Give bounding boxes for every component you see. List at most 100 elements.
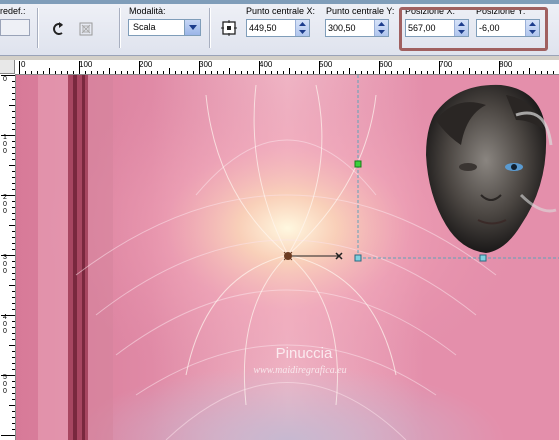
reset-button[interactable] <box>46 17 70 41</box>
ruler-tick <box>361 71 362 74</box>
scale-icon <box>79 22 93 36</box>
arrow-up-icon[interactable] <box>299 22 306 26</box>
ruler-tick <box>133 71 134 74</box>
toolbar-separator <box>37 8 39 48</box>
ruler-tick <box>97 71 98 74</box>
ruler-tick <box>9 225 15 226</box>
ruler-tick <box>43 71 44 74</box>
ruler-tick <box>12 129 15 130</box>
deform-handle-corner[interactable] <box>354 254 362 262</box>
ruler-tick <box>289 68 290 74</box>
deform-handle-left[interactable] <box>354 160 362 168</box>
center-toggle-button[interactable] <box>217 16 241 40</box>
ruler-tick <box>325 71 326 74</box>
ruler-tick <box>493 71 494 74</box>
toolbar-separator <box>119 8 121 48</box>
ruler-tick <box>9 345 15 346</box>
ruler-tick <box>12 123 15 124</box>
ruler-tick <box>12 147 15 148</box>
ruler-tick <box>12 237 15 238</box>
center-x-label: Punto centrale X: <box>246 6 316 16</box>
watermark-name: Pinuccia <box>276 345 333 362</box>
ruler-tick <box>12 273 15 274</box>
preset-dropdown[interactable] <box>0 19 30 36</box>
ruler-tick <box>163 71 164 74</box>
ruler-tick <box>12 429 15 430</box>
ruler-tick <box>12 159 15 160</box>
ruler-tick <box>247 71 248 74</box>
ruler-tick <box>373 71 374 74</box>
ruler-tick <box>12 387 15 388</box>
ruler-tick <box>49 68 50 74</box>
ruler-tick <box>12 417 15 418</box>
ruler-tick <box>433 71 434 74</box>
ruler-tick <box>9 285 15 286</box>
ruler-tick <box>12 171 15 172</box>
center-y-spinner[interactable] <box>325 19 389 37</box>
ruler-tick <box>517 71 518 74</box>
ruler-tick <box>9 165 15 166</box>
spinner-arrows[interactable] <box>295 20 309 36</box>
ruler-tick <box>12 357 15 358</box>
spinner-arrows[interactable] <box>374 20 388 36</box>
ruler-tick <box>61 71 62 74</box>
toolbar-separator <box>209 8 211 48</box>
ruler-tick <box>12 279 15 280</box>
ruler-tick <box>12 177 15 178</box>
dropdown-arrow[interactable] <box>184 20 200 35</box>
ruler-tick <box>379 61 380 74</box>
ruler-tick <box>235 71 236 74</box>
ruler-tick <box>1 75 15 76</box>
ruler-tick <box>175 71 176 74</box>
ruler-tick <box>313 71 314 74</box>
center-x-spinner[interactable] <box>246 19 310 37</box>
ruler-tick <box>265 71 266 74</box>
ruler-label: 100 <box>79 60 93 69</box>
ruler-label: 600 <box>379 60 393 69</box>
center-y-label: Punto centrale Y: <box>326 6 395 16</box>
ruler-tick <box>73 71 74 74</box>
ruler-tick <box>67 71 68 74</box>
image-canvas[interactable]: Pinuccia www.maidiregrafica.eu <box>16 75 559 440</box>
ruler-label: 800 <box>499 60 513 69</box>
arrow-up-icon[interactable] <box>378 22 385 26</box>
ruler-tick <box>1 435 15 436</box>
position-highlight-frame <box>399 7 548 51</box>
ruler-tick <box>553 71 554 74</box>
ruler-tick <box>12 153 15 154</box>
scale-button[interactable] <box>74 17 98 41</box>
arrow-down-icon[interactable] <box>378 30 385 34</box>
ruler-tick <box>12 201 15 202</box>
ruler-tick <box>295 71 296 74</box>
ruler-tick <box>415 71 416 74</box>
ruler-tick <box>12 117 15 118</box>
ruler-tick <box>283 71 284 74</box>
ruler-label: 0 <box>21 60 26 69</box>
watermark-site: www.maidiregrafica.eu <box>253 365 346 376</box>
ruler-label: 400 <box>259 60 273 69</box>
ruler-tick <box>1 255 15 256</box>
ruler-tick <box>19 61 20 74</box>
ruler-tick <box>79 61 80 74</box>
arrow-down-icon[interactable] <box>299 30 306 34</box>
ruler-tick <box>211 71 212 74</box>
ruler-tick <box>12 189 15 190</box>
ruler-tick <box>139 61 140 74</box>
ruler-tick <box>25 71 26 74</box>
center-y-input[interactable] <box>328 21 374 35</box>
ruler-label: 0 <box>3 76 7 83</box>
deform-handle-bottom[interactable] <box>479 254 487 262</box>
center-x-input[interactable] <box>249 21 295 35</box>
ruler-tick <box>277 71 278 74</box>
ruler-corner <box>0 60 15 74</box>
ruler-tick <box>301 71 302 74</box>
mode-dropdown[interactable]: Scala <box>128 19 201 36</box>
ruler-tick <box>385 71 386 74</box>
ruler-tick <box>541 71 542 74</box>
ruler-tick <box>12 249 15 250</box>
ruler-tick <box>511 71 512 74</box>
ruler-tick <box>355 71 356 74</box>
ruler-tick <box>1 135 15 136</box>
ruler-tick <box>157 71 158 74</box>
ruler-tick <box>271 71 272 74</box>
